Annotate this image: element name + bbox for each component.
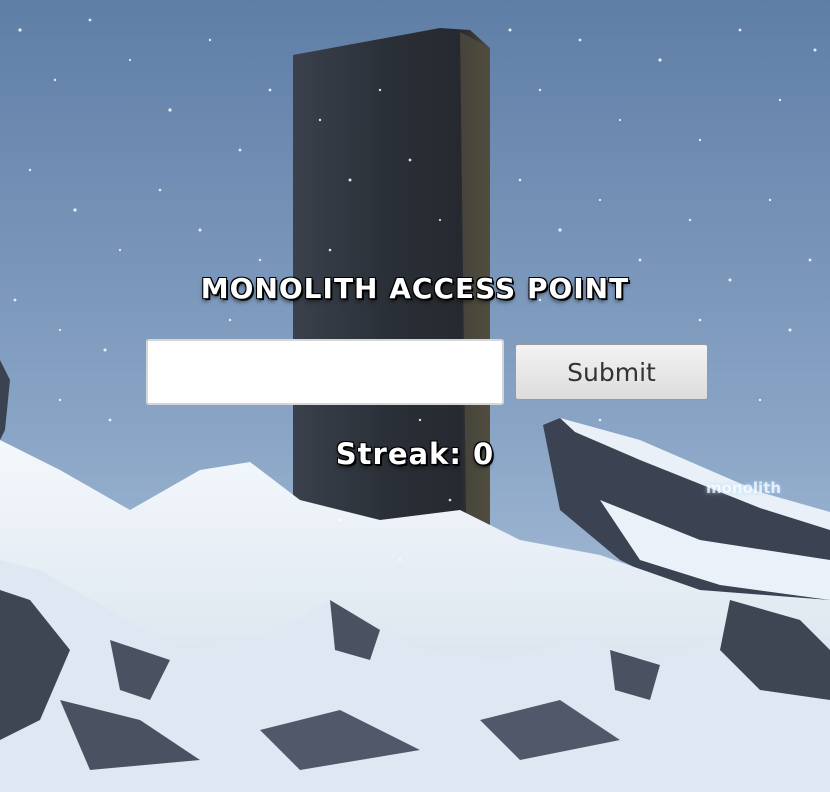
streak-label: Streak: [335, 437, 462, 471]
submit-button[interactable]: Submit [515, 344, 708, 400]
streak-value: 0 [473, 437, 495, 471]
page-title: Monolith Access Point [200, 272, 630, 305]
code-input[interactable] [146, 339, 504, 405]
streak-display: Streak: 0 [0, 437, 830, 471]
access-panel: Monolith Access Point Submit Streak: 0 m… [0, 0, 830, 792]
watermark-logo: monolith [706, 479, 782, 497]
